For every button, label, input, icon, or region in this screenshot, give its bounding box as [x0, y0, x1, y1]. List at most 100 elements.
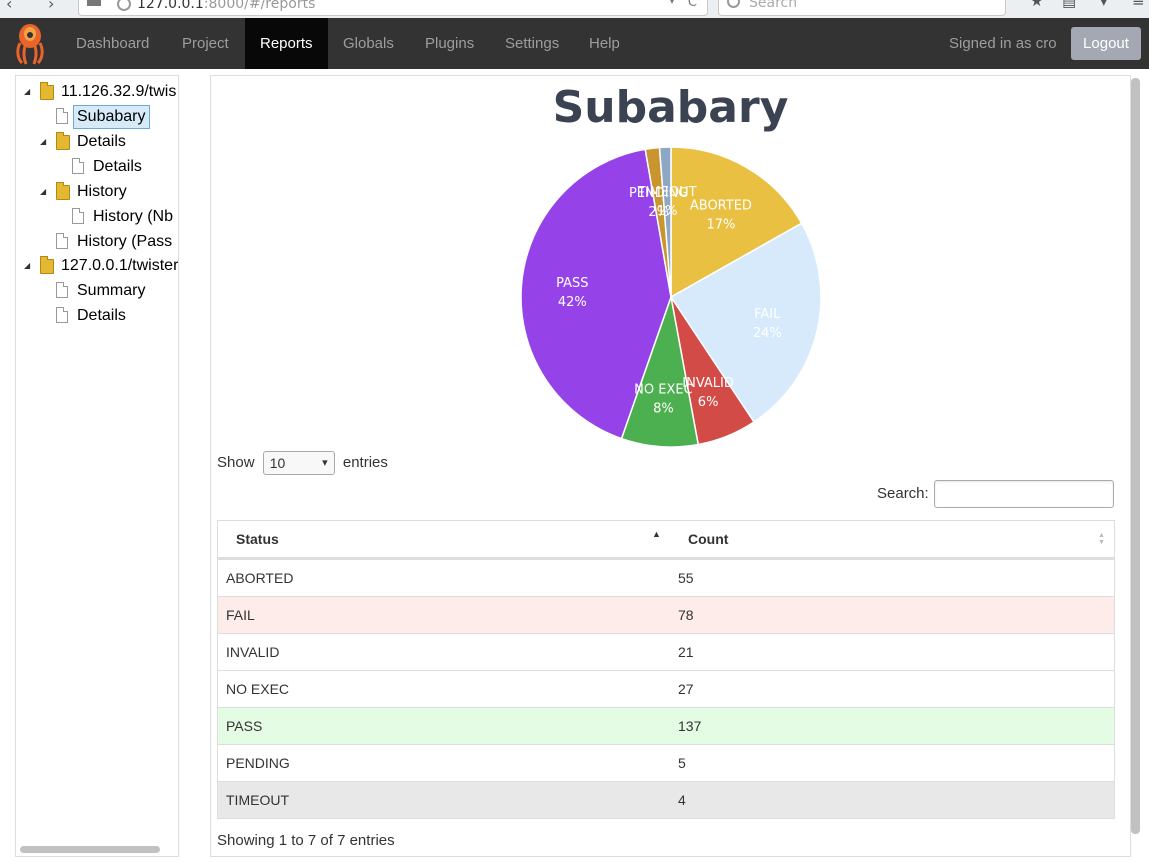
report-tree: ◢ 11.126.32.9/twis Subabary ◢ Details De… [15, 75, 179, 857]
status-pie-chart: ABORTED17%FAIL24%INVALID6%NO EXEC8%PASS4… [521, 146, 821, 448]
browser-search-placeholder: Search [749, 0, 798, 11]
table-header: Status ▲ Count ▲ ▼ [218, 521, 1114, 559]
table-row: INVALID 21 [218, 633, 1114, 670]
file-icon [56, 233, 68, 249]
count-cell: 137 [678, 718, 702, 734]
url-host: 127.0.0.1 [137, 0, 204, 12]
pie-percent-label: 17% [706, 218, 735, 233]
nav-project[interactable]: Project [167, 18, 244, 69]
info-icon[interactable] [117, 0, 131, 11]
count-cell: 21 [678, 644, 694, 660]
main-vertical-scrollbar[interactable] [1131, 78, 1140, 834]
status-cell: NO EXEC [226, 681, 290, 697]
browser-toolbar: ‹ › 127.0.0.1:8000/#/reports ▾ C Search … [0, 0, 1149, 18]
signed-in-text: Signed in as cro [949, 35, 1057, 52]
count-cell: 55 [678, 570, 694, 586]
entries-select[interactable]: 10 ▾ [262, 451, 335, 475]
column-status[interactable]: Status [236, 521, 279, 557]
collapse-icon[interactable]: ◢ [40, 180, 46, 204]
twister-logo-icon[interactable] [12, 21, 48, 65]
pie-label: NO EXEC [634, 383, 693, 398]
nav-plugins[interactable]: Plugins [410, 18, 489, 69]
url-path: :8000/#/reports [203, 0, 316, 12]
pie-percent-label: 6% [698, 395, 719, 410]
collapse-icon[interactable]: ◢ [24, 80, 30, 104]
pie-percent-label: 8% [653, 402, 674, 417]
pie-label: PASS [556, 276, 588, 291]
sort-icon[interactable]: ▲ ▼ [1098, 532, 1105, 546]
file-icon [72, 158, 84, 174]
pie-label: ABORTED [690, 199, 752, 214]
tree-label: Details [77, 307, 126, 324]
status-cell: TIMEOUT [226, 792, 289, 808]
address-bar[interactable]: 127.0.0.1:8000/#/reports ▾ C [78, 0, 708, 16]
tree-label: 11.126.32.9/twis [61, 83, 177, 100]
folder-icon [56, 132, 70, 150]
search-icon [727, 0, 740, 8]
folder-icon [40, 256, 54, 274]
table-row: FAIL 78 [218, 596, 1114, 633]
file-icon [72, 208, 84, 224]
table-row: PENDING 5 [218, 744, 1114, 781]
dropdown-icon[interactable]: ▾ [669, 0, 675, 7]
search-input[interactable] [934, 480, 1114, 508]
count-cell: 78 [678, 607, 694, 623]
page-length-control: Show 10 ▾ entries [217, 451, 388, 475]
page-icon [87, 0, 101, 6]
reload-icon[interactable]: C [688, 0, 697, 10]
pie-label: FAIL [754, 307, 781, 322]
status-cell: INVALID [226, 644, 280, 660]
file-icon [56, 307, 68, 323]
status-table: Status ▲ Count ▲ ▼ ABORTED 55 FAIL 78 INVAL… [217, 520, 1115, 819]
reading-list-icon[interactable]: ▤ [1062, 0, 1076, 10]
count-cell: 27 [678, 681, 694, 697]
logout-button[interactable]: Logout [1071, 27, 1141, 60]
file-icon [56, 108, 68, 124]
top-navbar: Dashboard Project Reports Globals Plugin… [0, 18, 1149, 69]
pie-label: TIMEOUT [637, 185, 697, 200]
bookmark-star-icon[interactable]: ★ [1030, 0, 1043, 10]
entries-select-value: 10 [269, 455, 286, 471]
nav-reports[interactable]: Reports [245, 18, 328, 69]
table-row: PASS 137 [218, 707, 1114, 744]
pie-percent-label: 42% [558, 295, 587, 310]
browser-search[interactable]: Search [718, 0, 1006, 16]
pie-percent-label: 24% [753, 326, 782, 341]
tree-label-selected: Subabary [73, 105, 150, 129]
tree-label: Details [77, 133, 126, 150]
nav-settings[interactable]: Settings [490, 18, 574, 69]
table-row: NO EXEC 27 [218, 670, 1114, 707]
column-count[interactable]: Count [688, 521, 728, 557]
collapse-icon[interactable]: ◢ [24, 254, 30, 278]
sort-ascending-icon[interactable]: ▲ [652, 529, 661, 539]
show-label: Show [217, 453, 255, 471]
status-cell: FAIL [226, 607, 255, 623]
count-cell: 5 [678, 755, 686, 771]
collapse-icon[interactable]: ◢ [40, 130, 46, 154]
nav-dashboard[interactable]: Dashboard [61, 18, 164, 69]
chevron-down-icon: ▾ [322, 457, 328, 469]
menu-icon[interactable]: ≡ [1132, 0, 1145, 10]
count-cell: 4 [678, 792, 686, 808]
chart-title: Subabary [552, 82, 789, 133]
tree-horizontal-scrollbar[interactable] [20, 846, 160, 853]
tree-label: 127.0.0.1/twister [61, 257, 179, 274]
folder-icon [40, 82, 54, 100]
status-cell: PENDING [226, 755, 290, 771]
tree-label: Details [93, 158, 142, 175]
table-info: Showing 1 to 7 of 7 entries [217, 832, 395, 849]
forward-icon[interactable]: › [48, 0, 54, 13]
status-cell: PASS [226, 718, 263, 734]
status-cell: ABORTED [226, 570, 294, 586]
back-icon[interactable]: ‹ [6, 0, 12, 13]
tree-label: Summary [77, 282, 146, 299]
tree-label: History [77, 183, 127, 200]
file-icon [56, 282, 68, 298]
download-icon[interactable]: ▾ [1100, 0, 1108, 10]
tree-label: History (Nb [93, 208, 174, 225]
table-row: ABORTED 55 [218, 559, 1114, 596]
nav-globals[interactable]: Globals [328, 18, 409, 69]
nav-help[interactable]: Help [574, 18, 635, 69]
search-label: Search: [877, 485, 929, 502]
tree-label: History (Pass [77, 233, 173, 250]
